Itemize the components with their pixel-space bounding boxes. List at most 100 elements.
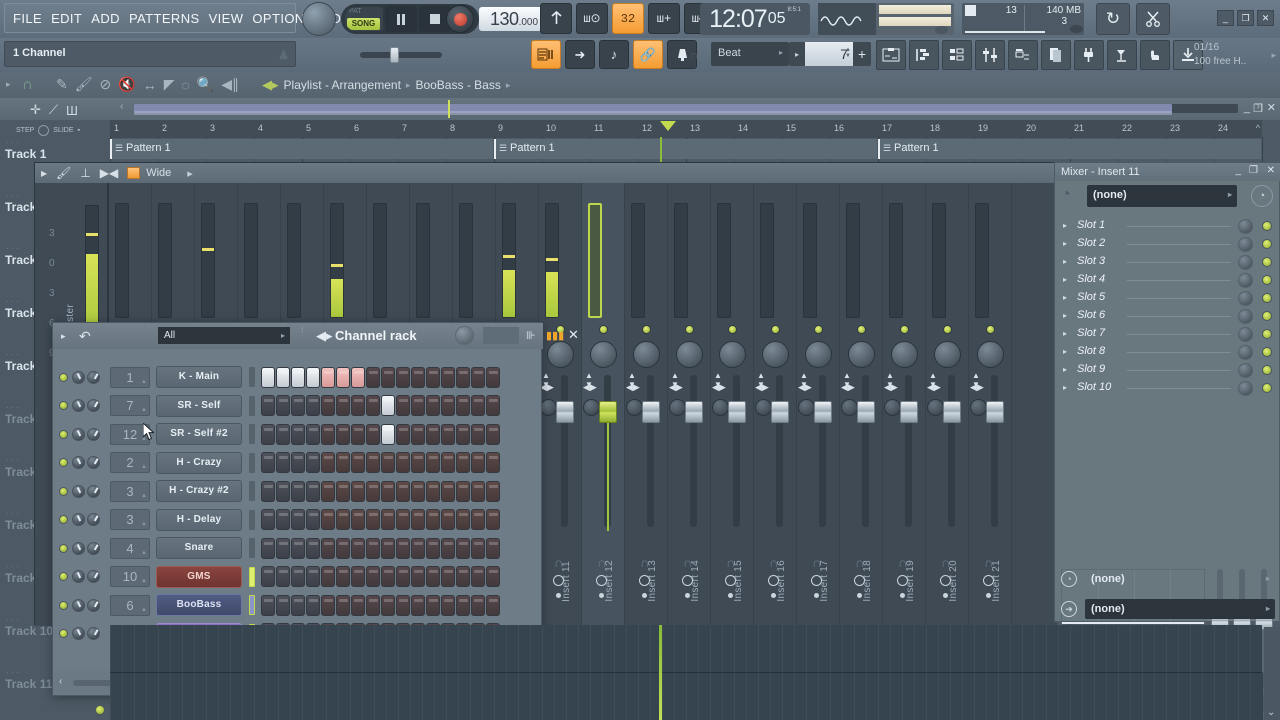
step-button[interactable]: [291, 566, 305, 587]
strip-clock-icon[interactable]: [940, 575, 951, 586]
channel-rack-row[interactable]: 3▲▼ H - Delay: [59, 506, 537, 546]
mixer-strips-titlebar[interactable]: ▸ 🖌 ⊥ ▶◀ Wide ▸: [35, 163, 1057, 183]
channel-volume-knob[interactable]: [87, 598, 100, 612]
slot-mix-knob[interactable]: [1238, 273, 1253, 288]
channel-rack-value-field[interactable]: [483, 327, 519, 344]
bottom-waveform-panel[interactable]: [110, 625, 1262, 720]
strip-fader-handle[interactable]: [728, 401, 746, 423]
step-button[interactable]: [261, 395, 275, 416]
channel-volume-knob[interactable]: [87, 484, 100, 498]
step-button[interactable]: [411, 594, 425, 616]
strip-small-knob[interactable]: [798, 399, 815, 416]
channel-enable-led[interactable]: [59, 515, 68, 524]
step-button[interactable]: [321, 480, 335, 502]
strip-enable-led[interactable]: [642, 325, 651, 334]
step-button[interactable]: [336, 480, 350, 502]
insert-slot[interactable]: ▸ Slot 6: [1059, 307, 1277, 325]
step-button[interactable]: [381, 509, 395, 530]
step-button[interactable]: [426, 537, 440, 559]
step-button[interactable]: [486, 537, 500, 559]
channel-rack-menu-arrow-icon[interactable]: ▸: [61, 331, 66, 342]
step-button[interactable]: [321, 594, 335, 616]
strip-stereo-icon[interactable]: ◀▶: [755, 382, 769, 393]
mixer-strip-insert-13[interactable]: Insert 13 ▲ ▼ ◀▶ ∩: [625, 183, 668, 642]
channel-enable-led[interactable]: [59, 401, 68, 410]
strip-fader-track[interactable]: [948, 375, 955, 527]
insert-slot[interactable]: ▸ Slot 3: [1059, 253, 1277, 271]
step-button[interactable]: [336, 594, 350, 616]
step-button[interactable]: [381, 366, 395, 388]
step-button[interactable]: [411, 395, 425, 416]
step-button[interactable]: [291, 594, 305, 616]
channel-level-bar[interactable]: [249, 395, 255, 416]
step-button[interactable]: [426, 452, 440, 473]
channel-name-button[interactable]: Snare: [156, 537, 242, 559]
step-button[interactable]: [291, 423, 305, 445]
strip-fader-track[interactable]: [733, 375, 740, 527]
step-button[interactable]: [486, 452, 500, 473]
strip-pan-knob[interactable]: [762, 341, 789, 368]
step-button[interactable]: [486, 509, 500, 530]
slot-enable-led[interactable]: [1262, 239, 1272, 249]
strip-clock-icon[interactable]: [811, 575, 822, 586]
snap-knob[interactable]: [38, 124, 50, 136]
strip-dot-icon[interactable]: [943, 593, 948, 598]
touch-button[interactable]: [1140, 40, 1170, 70]
step-button[interactable]: [456, 594, 470, 616]
strip-pan-knob[interactable]: [934, 341, 961, 368]
strip-lock-icon[interactable]: ∩: [984, 555, 993, 570]
mixer-strip-insert-18[interactable]: Insert 18 ▲ ▼ ◀▶ ∩: [840, 183, 883, 642]
strip-fader-track[interactable]: [991, 375, 998, 527]
step-button[interactable]: [306, 366, 320, 388]
playlist-clip[interactable]: ☰ Pattern 1: [494, 139, 877, 159]
strip-fader-handle[interactable]: [642, 401, 660, 423]
strip-lock-icon[interactable]: ∩: [855, 555, 864, 570]
master-volume-knob[interactable]: [302, 2, 336, 36]
slot-mix-knob[interactable]: [1238, 291, 1253, 306]
play-pause-button[interactable]: [385, 6, 417, 32]
channel-target-track[interactable]: 1▲▼: [110, 366, 150, 404]
song-pattern-toggle[interactable]: PAT SONG: [345, 7, 383, 31]
step-button[interactable]: [306, 537, 320, 559]
strip-clock-icon[interactable]: [553, 575, 564, 586]
insert-slot[interactable]: ▸ Slot 2: [1059, 235, 1277, 253]
channel-name-button[interactable]: SR - Self: [156, 394, 242, 417]
step-button[interactable]: [351, 537, 365, 559]
slot-arrow-icon[interactable]: ▸: [1063, 293, 1067, 302]
strip-dot-icon[interactable]: [599, 593, 604, 598]
strip-stereo-icon[interactable]: ◀▶: [798, 382, 812, 393]
strip-clock-icon[interactable]: [682, 575, 693, 586]
strip-fader-handle[interactable]: [556, 401, 574, 423]
strip-clock-icon[interactable]: [725, 575, 736, 586]
step-button[interactable]: [471, 480, 485, 502]
playlist-clip[interactable]: ☰ Pattern 1: [878, 139, 1261, 159]
step-button[interactable]: [261, 366, 275, 388]
slot-arrow-icon[interactable]: ▸: [1063, 239, 1067, 248]
breadcrumb-channel[interactable]: BooBass - Bass: [415, 78, 500, 92]
step-button[interactable]: [336, 423, 350, 445]
step-button[interactable]: [381, 566, 395, 587]
strip-pan-knob[interactable]: [676, 341, 703, 368]
path-expand-arrow-icon[interactable]: ▸: [6, 79, 11, 90]
step-button[interactable]: [456, 395, 470, 416]
step-button[interactable]: [366, 594, 380, 616]
step-button[interactable]: [306, 594, 320, 616]
strip-fader-handle[interactable]: [599, 401, 617, 423]
step-button[interactable]: [426, 566, 440, 587]
strip-fader-handle[interactable]: [943, 401, 961, 423]
output-chevron-icon[interactable]: ▸: [1266, 604, 1270, 613]
channel-enable-led[interactable]: [59, 486, 68, 496]
step-button[interactable]: [456, 509, 470, 530]
playback-icon[interactable]: ◀∥: [221, 76, 239, 93]
channel-target-track[interactable]: 3▲▼: [110, 509, 150, 546]
step-button[interactable]: [336, 395, 350, 416]
time-display[interactable]: 12:07 05 8:5:1: [700, 3, 810, 35]
browser-button[interactable]: [1008, 40, 1038, 70]
strip-stereo-icon[interactable]: ◀▶: [970, 382, 984, 393]
channel-pan-knob[interactable]: [72, 484, 85, 498]
channel-rack-row[interactable]: 1▲▼ K - Main: [59, 363, 537, 404]
strip-clock-icon[interactable]: [768, 575, 779, 586]
step-button[interactable]: [381, 452, 395, 473]
step-button[interactable]: [321, 537, 335, 559]
mixer-panel-minimize-button[interactable]: _: [1235, 165, 1241, 176]
